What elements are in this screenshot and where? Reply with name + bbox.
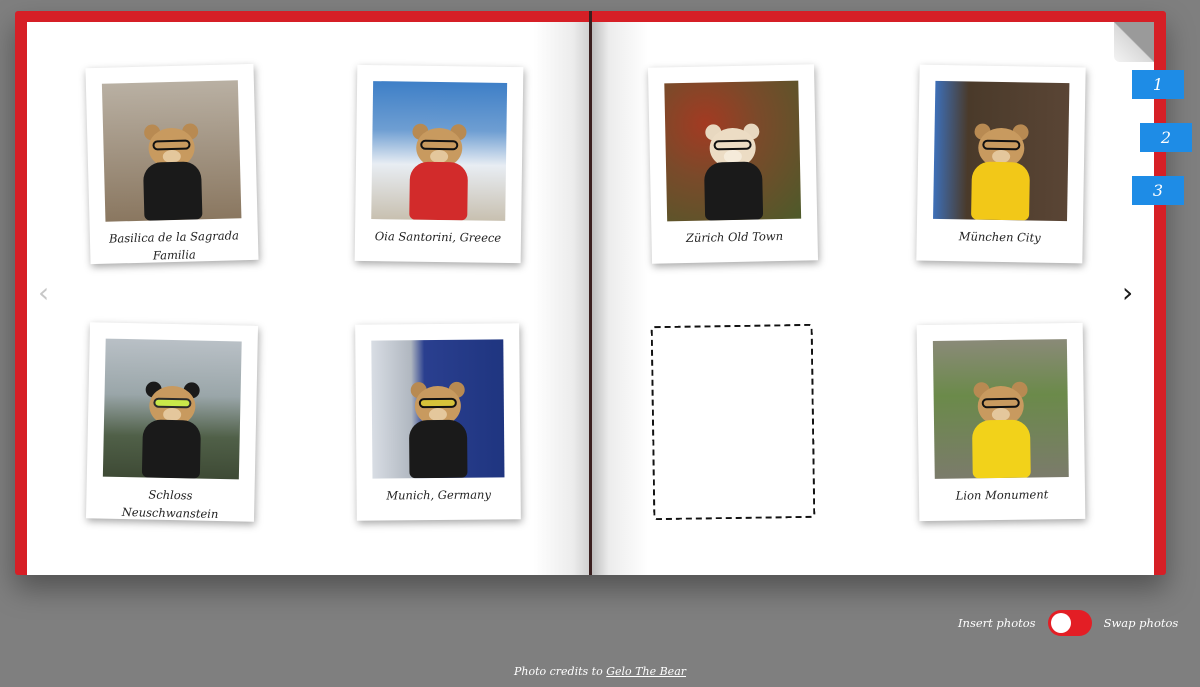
- photo-image: [664, 80, 802, 222]
- teddy-bear-image: [697, 123, 769, 221]
- photo-card[interactable]: Munich, Germany: [355, 323, 521, 521]
- photo-image: [932, 339, 1069, 479]
- toggle-knob: [1050, 613, 1071, 633]
- photo-card[interactable]: München City: [916, 64, 1086, 264]
- insert-photos-label: Insert photos: [958, 616, 1036, 630]
- teddy-bear-image: [136, 123, 208, 221]
- photo-card[interactable]: Oia Santorini, Greece: [354, 64, 524, 264]
- next-page-arrow-icon[interactable]: ›: [1122, 279, 1133, 307]
- mode-toggle-group: Insert photos Swap photos: [958, 610, 1178, 636]
- credits-prefix: Photo credits to: [513, 665, 603, 678]
- photo-card[interactable]: Basilica de la Sagrada Familia: [85, 63, 259, 265]
- photo-image: [102, 338, 242, 480]
- credits-link[interactable]: Gelo The Bear: [606, 665, 686, 678]
- page-tab-3[interactable]: 3: [1132, 176, 1184, 205]
- page-curl-corner[interactable]: [1114, 22, 1154, 62]
- swap-photos-label: Swap photos: [1103, 616, 1179, 630]
- photo-image: [933, 80, 1070, 222]
- prev-page-arrow-icon[interactable]: ‹: [38, 279, 49, 307]
- teddy-bear-image: [403, 123, 474, 221]
- photo-credits: Photo credits to Gelo The Bear: [0, 665, 1200, 678]
- photo-caption: Oia Santorini, Greece: [374, 229, 502, 245]
- teddy-bear-image: [403, 381, 474, 479]
- photo-image: [371, 339, 505, 479]
- photo-caption: München City: [958, 229, 1041, 245]
- book-spine: [589, 11, 592, 575]
- photo-image: [101, 80, 242, 222]
- photo-caption: Munich, Germany: [386, 487, 491, 503]
- page-tab-2[interactable]: 2: [1140, 123, 1192, 152]
- teddy-bear-image: [965, 381, 1036, 479]
- teddy-bear-image: [136, 381, 208, 479]
- photo-image: [371, 81, 508, 221]
- empty-photo-slot[interactable]: [650, 323, 816, 521]
- photo-caption: Schloss Neuschwanstein: [121, 487, 219, 521]
- photo-caption: Zürich Old Town: [685, 228, 784, 245]
- photo-caption: Basilica de la Sagrada Familia: [108, 228, 240, 263]
- page-tab-1[interactable]: 1: [1132, 70, 1184, 99]
- photo-card[interactable]: Schloss Neuschwanstein: [85, 322, 259, 522]
- insert-swap-toggle[interactable]: [1047, 610, 1092, 636]
- photo-caption: Lion Monument: [955, 487, 1049, 503]
- photo-card[interactable]: Lion Monument: [916, 322, 1086, 522]
- photo-card[interactable]: Zürich Old Town: [647, 64, 819, 264]
- teddy-bear-image: [965, 123, 1037, 221]
